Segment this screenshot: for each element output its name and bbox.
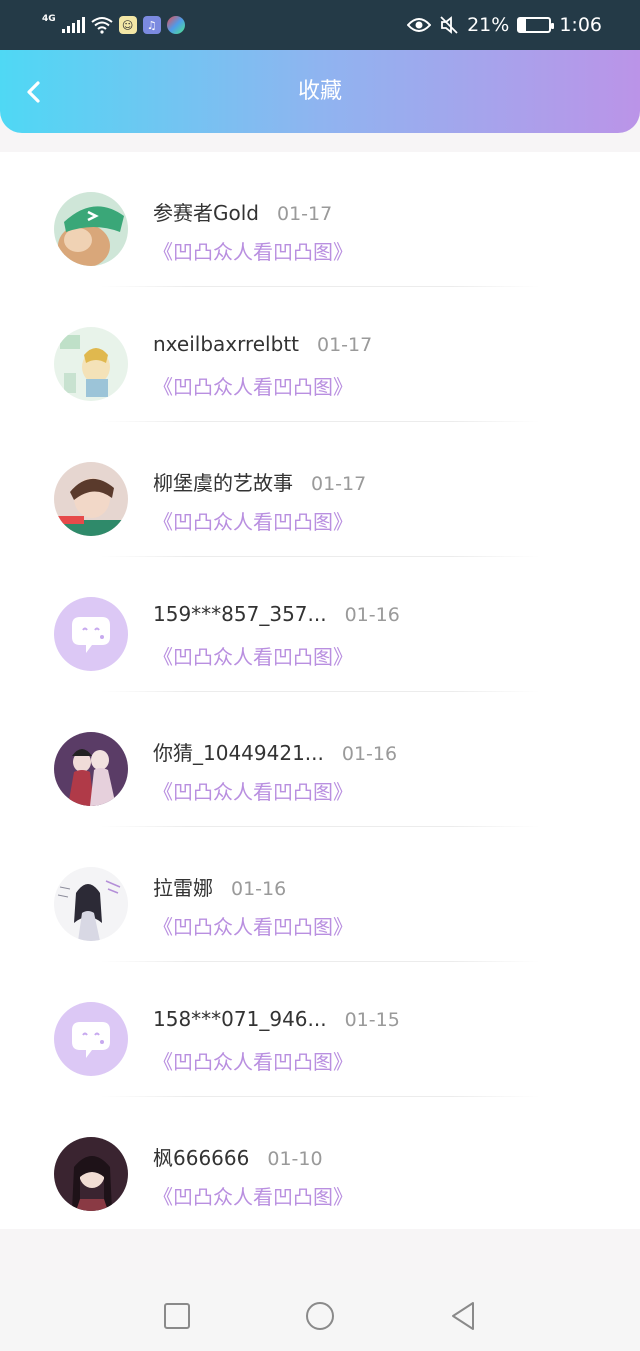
item-text: nxeilbaxrrelbtt 01-17 《凹凸众人看凹凸图》 — [153, 332, 372, 400]
favorite-item[interactable]: 拉雷娜 01-16 《凹凸众人看凹凸图》 — [0, 827, 640, 962]
eye-comfort-icon — [407, 18, 432, 32]
username[interactable]: 参赛者Gold — [153, 197, 259, 226]
avatar[interactable] — [54, 1002, 128, 1076]
system-nav-bar — [0, 1280, 640, 1351]
item-text: 159***857_357... 01-16 《凹凸众人看凹凸图》 — [153, 602, 400, 670]
item-meta: nxeilbaxrrelbtt 01-17 — [153, 332, 372, 362]
username[interactable]: 拉雷娜 — [153, 872, 213, 901]
browser-app-icon — [166, 16, 185, 34]
circle-icon — [306, 1302, 334, 1330]
avatar-image — [54, 327, 128, 401]
username[interactable]: 你猜_10449421... — [153, 737, 324, 766]
item-text: 枫666666 01-10 《凹凸众人看凹凸图》 — [153, 1142, 353, 1210]
item-meta: 159***857_357... 01-16 — [153, 602, 400, 632]
battery-level — [519, 19, 526, 31]
item-meta: 你猜_10449421... 01-16 — [153, 737, 397, 767]
clock: 1:06 — [559, 14, 602, 36]
date: 01-17 — [277, 203, 333, 225]
work-title-link[interactable]: 《凹凸众人看凹凸图》 — [153, 641, 400, 670]
music-app-icon: ♫ — [142, 16, 161, 34]
wifi-icon — [91, 17, 113, 34]
date: 01-17 — [311, 473, 367, 495]
mute-icon — [440, 16, 458, 34]
page-title: 收藏 — [297, 79, 342, 104]
work-title-link[interactable]: 《凹凸众人看凹凸图》 — [153, 236, 353, 265]
avatar-image — [54, 1137, 128, 1211]
status-bar: 4G ☺ ♫ 21% 1:06 — [0, 0, 640, 50]
app-header: 收藏 — [0, 50, 640, 133]
work-title-link[interactable]: 《凹凸众人看凹凸图》 — [153, 506, 366, 535]
avatar-image — [54, 732, 128, 806]
avatar-image — [54, 192, 128, 266]
favorite-item[interactable]: nxeilbaxrrelbtt 01-17 《凹凸众人看凹凸图》 — [0, 287, 640, 422]
date: 01-16 — [344, 604, 400, 626]
avatar-image — [54, 462, 128, 536]
work-title-link[interactable]: 《凹凸众人看凹凸图》 — [153, 1181, 353, 1210]
work-title-link[interactable]: 《凹凸众人看凹凸图》 — [153, 776, 397, 805]
favorites-list: 参赛者Gold 01-17 《凹凸众人看凹凸图》 nxeilbaxrrelbtt 01-… — [0, 152, 640, 1229]
favorite-item[interactable]: 参赛者Gold 01-17 《凹凸众人看凹凸图》 — [0, 152, 640, 287]
avatar[interactable] — [54, 462, 128, 536]
date: 01-16 — [341, 743, 398, 765]
square-icon — [164, 1303, 190, 1329]
item-text: 参赛者Gold 01-17 《凹凸众人看凹凸图》 — [153, 197, 353, 265]
favorite-item[interactable]: 158***071_946... 01-15 《凹凸众人看凹凸图》 — [0, 962, 640, 1097]
favorite-item[interactable]: 你猜_10449421... 01-16 《凹凸众人看凹凸图》 — [0, 692, 640, 827]
avatar[interactable] — [54, 1137, 128, 1211]
avatar[interactable] — [54, 732, 128, 806]
avatar[interactable] — [54, 327, 128, 401]
date: 01-10 — [267, 1148, 323, 1170]
status-left-icons: 4G ☺ ♫ — [42, 12, 185, 38]
system-back-button[interactable] — [446, 1299, 480, 1333]
username[interactable]: nxeilbaxrrelbtt — [153, 332, 299, 356]
status-right-icons: 21% 1:06 — [407, 12, 602, 38]
battery-percent: 21% — [467, 14, 510, 36]
item-text: 158***071_946... 01-15 《凹凸众人看凹凸图》 — [153, 1007, 400, 1075]
signal-icon — [61, 17, 85, 33]
item-meta: 参赛者Gold 01-17 — [153, 197, 353, 227]
work-title-link[interactable]: 《凹凸众人看凹凸图》 — [153, 371, 372, 400]
date: 01-15 — [344, 1009, 400, 1031]
username[interactable]: 159***857_357... — [153, 602, 327, 626]
avatar-image — [54, 1002, 128, 1076]
item-text: 拉雷娜 01-16 《凹凸众人看凹凸图》 — [153, 872, 353, 940]
home-button[interactable] — [303, 1299, 337, 1333]
app-notification-icon: ☺ — [118, 16, 137, 34]
item-meta: 柳堡虞的艺故事 01-17 — [153, 467, 366, 497]
item-meta: 枫666666 01-10 — [153, 1142, 353, 1172]
item-meta: 拉雷娜 01-16 — [153, 872, 353, 902]
avatar-image — [54, 867, 128, 941]
avatar[interactable] — [54, 192, 128, 266]
favorite-item[interactable]: 柳堡虞的艺故事 01-17 《凹凸众人看凹凸图》 — [0, 422, 640, 557]
username[interactable]: 枫666666 — [153, 1142, 249, 1171]
date: 01-16 — [231, 878, 287, 900]
date: 01-17 — [317, 334, 373, 356]
favorite-item[interactable]: 159***857_357... 01-16 《凹凸众人看凹凸图》 — [0, 557, 640, 692]
username[interactable]: 柳堡虞的艺故事 — [153, 467, 293, 496]
avatar-image — [54, 597, 128, 671]
avatar[interactable] — [54, 867, 128, 941]
network-type: 4G — [42, 14, 56, 24]
triangle-back-icon — [452, 1302, 474, 1330]
item-meta: 158***071_946... 01-15 — [153, 1007, 400, 1037]
item-text: 你猜_10449421... 01-16 《凹凸众人看凹凸图》 — [153, 737, 397, 805]
favorite-item[interactable]: 枫666666 01-10 《凹凸众人看凹凸图》 — [0, 1097, 640, 1232]
item-text: 柳堡虞的艺故事 01-17 《凹凸众人看凹凸图》 — [153, 467, 366, 535]
work-title-link[interactable]: 《凹凸众人看凹凸图》 — [153, 1046, 400, 1075]
username[interactable]: 158***071_946... — [153, 1007, 327, 1031]
battery-icon — [517, 17, 555, 33]
work-title-link[interactable]: 《凹凸众人看凹凸图》 — [153, 911, 353, 940]
avatar[interactable] — [54, 597, 128, 671]
recents-button[interactable] — [160, 1299, 194, 1333]
